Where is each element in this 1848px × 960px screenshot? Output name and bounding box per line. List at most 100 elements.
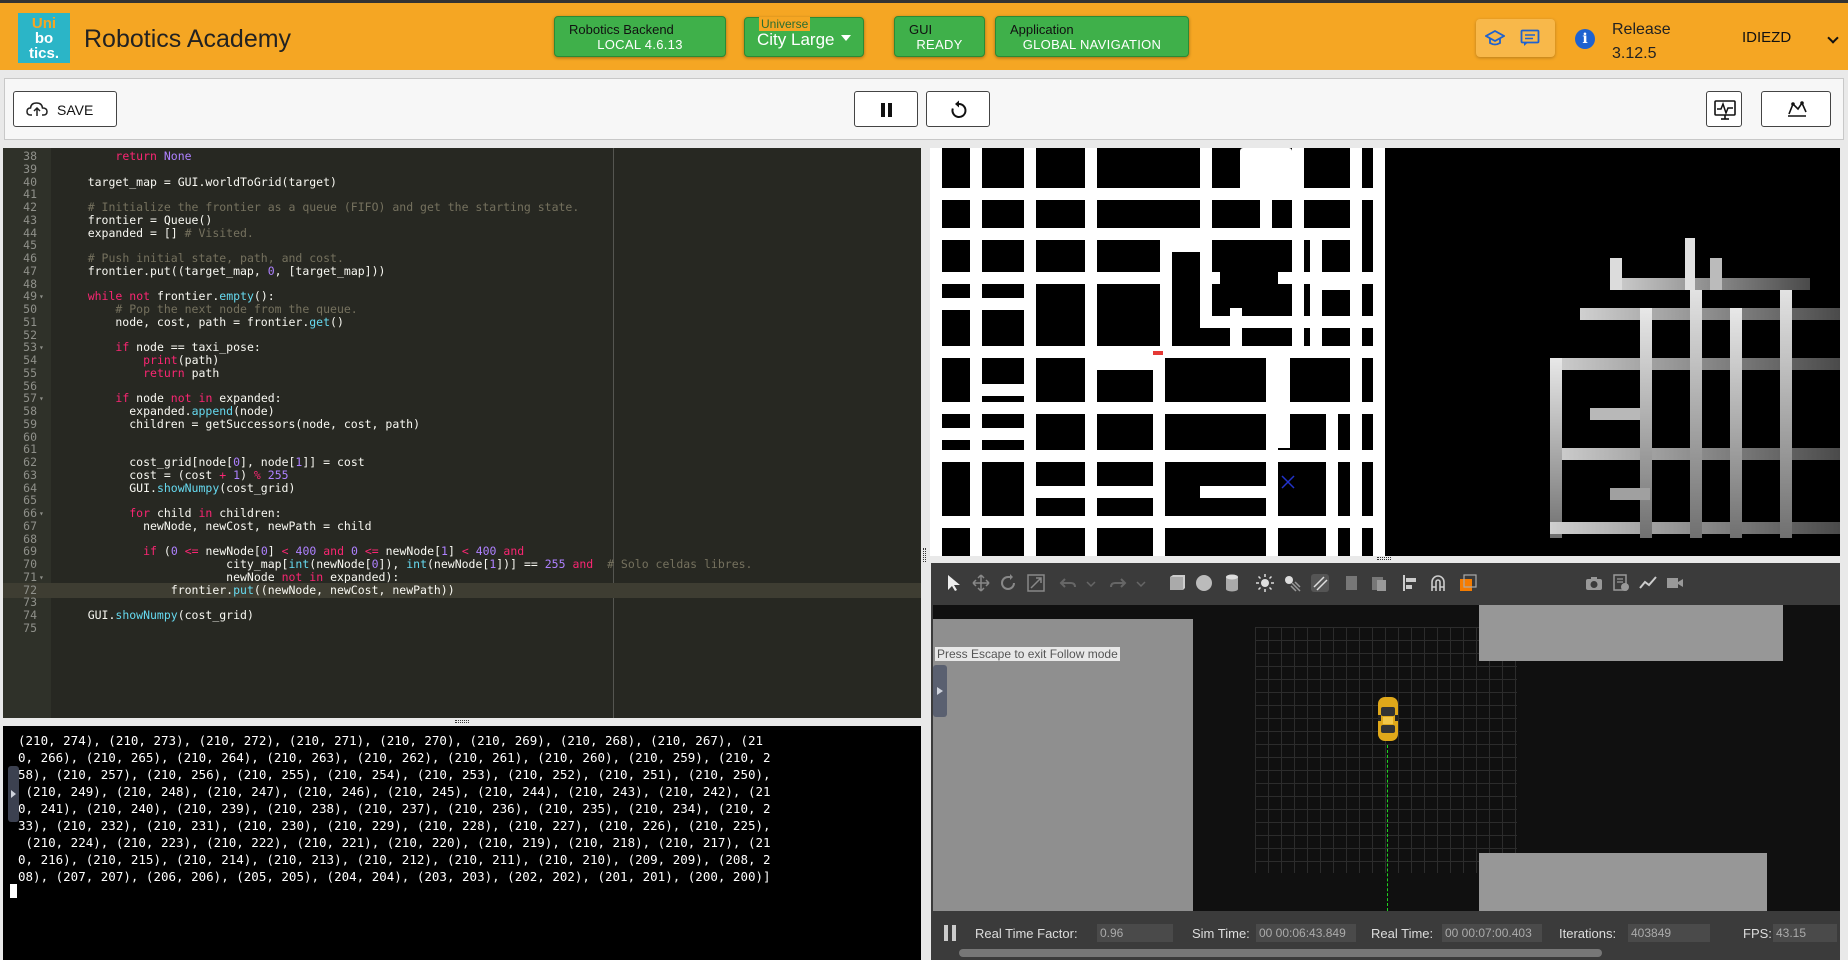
log-icon[interactable] <box>1612 574 1630 592</box>
console-line: (210, 274), (210, 273), (210, 272), (210… <box>18 733 764 748</box>
editor-console-resize-handle[interactable] <box>455 720 469 723</box>
backend-caption: Robotics Backend <box>569 22 674 37</box>
application-value: GLOBAL NAVIGATION <box>1022 37 1162 52</box>
release-version: 3.12.5 <box>1612 45 1657 62</box>
snap-magnet-icon[interactable] <box>1429 574 1447 592</box>
monitor-button[interactable] <box>1706 91 1742 127</box>
application-status[interactable]: Application GLOBAL NAVIGATION <box>995 16 1189 57</box>
user-menu[interactable]: IDIEZD <box>1742 29 1791 46</box>
restart-icon <box>951 100 967 118</box>
point-light-icon[interactable] <box>1256 574 1274 592</box>
rtf-label: Real Time Factor: <box>975 926 1078 941</box>
gui-caption: GUI <box>909 22 933 37</box>
gazebo-toolbar <box>931 566 1840 598</box>
backend-status[interactable]: Robotics Backend LOCAL 4.6.13 <box>554 16 726 57</box>
console-line: 0, 216), (210, 215), (210, 214), (210, 2… <box>18 852 771 867</box>
iterations-label: Iterations: <box>1559 926 1617 941</box>
fps-value: 43.15 <box>1773 924 1837 942</box>
gazebo-statusbar: Real Time Factor: 0.96 Sim Time: 00 00:0… <box>931 915 1840 960</box>
map-gazebo-resize-handle[interactable] <box>1377 557 1391 560</box>
copy-icon[interactable] <box>1344 574 1362 592</box>
console-line: 58), (210, 257), (210, 256), (210, 255),… <box>18 767 771 782</box>
undo-icon[interactable] <box>1059 574 1077 592</box>
screenshot-camera-icon[interactable] <box>1585 574 1603 592</box>
reset-button[interactable] <box>926 91 990 127</box>
building-top-right <box>1479 605 1783 661</box>
graduation-cap-icon[interactable] <box>1485 29 1505 47</box>
exercise-toolbar: SAVE <box>4 78 1844 140</box>
cloud-upload-icon <box>26 102 48 116</box>
logo-line-1: Uni <box>31 15 57 32</box>
chevron-down-icon[interactable] <box>1136 574 1146 592</box>
logo-line-3: tics. <box>28 45 59 62</box>
redo-icon[interactable] <box>1109 574 1127 592</box>
chevron-down-icon[interactable] <box>1086 574 1096 592</box>
city-map-canvas <box>930 148 1840 556</box>
header-icon-group <box>1476 19 1555 57</box>
iterations-value: 403849 <box>1628 924 1710 942</box>
cylinder-shape-icon[interactable] <box>1223 574 1241 592</box>
unibotics-logo[interactable]: Uni bo tics. <box>18 13 70 63</box>
console-line: 0, 241), (210, 240), (210, 239), (210, 2… <box>18 801 771 816</box>
directional-light-icon[interactable] <box>1311 574 1329 592</box>
chevron-down-icon[interactable] <box>1827 32 1839 44</box>
pause-icon <box>881 103 892 117</box>
universe-value: City Large <box>757 30 835 49</box>
app-title: Robotics Academy <box>84 25 292 53</box>
taxi-marker <box>1153 351 1163 355</box>
gazebo-scrollbar[interactable] <box>959 949 1602 957</box>
gazebo-viewer[interactable]: Press Escape to exit Follow mode Real Ti… <box>931 563 1840 960</box>
save-label: SAVE <box>57 102 94 118</box>
console-line: 0, 266), (210, 265), (210, 264), (210, 2… <box>18 750 771 765</box>
ground-grid <box>1255 627 1517 873</box>
sim-time-label: Sim Time: <box>1192 926 1250 941</box>
theory-button[interactable] <box>1761 91 1831 127</box>
plot-icon[interactable] <box>1639 574 1657 592</box>
sphere-shape-icon[interactable] <box>1195 574 1213 592</box>
monitor-icon <box>1714 100 1736 120</box>
forum-icon[interactable] <box>1520 29 1540 47</box>
scale-icon[interactable] <box>1027 574 1045 592</box>
console-side-handle[interactable] <box>8 766 19 822</box>
taxi-car[interactable] <box>1376 695 1400 743</box>
line-number: 75 <box>23 620 37 635</box>
info-icon[interactable]: i <box>1575 29 1595 49</box>
console-line: 33), (210, 232), (210, 231), (210, 230),… <box>18 818 771 833</box>
video-record-icon[interactable] <box>1666 574 1684 592</box>
console-output[interactable]: (210, 274), (210, 273), (210, 272), (210… <box>3 726 921 960</box>
gazebo-side-handle[interactable] <box>933 665 947 717</box>
console-cursor <box>10 884 17 898</box>
top-bar: Uni bo tics. Robotics Academy Robotics B… <box>0 0 1848 70</box>
code-line[interactable]: 75 <box>3 621 921 636</box>
translate-icon[interactable] <box>972 574 990 592</box>
sim-time-value: 00 00:06:43.849 <box>1256 924 1356 942</box>
panel-resize-handle[interactable] <box>923 548 926 562</box>
release-info: Release 3.12.5 <box>1612 18 1671 66</box>
chevron-right-icon <box>11 790 16 798</box>
code-editor[interactable]: 38 return None 39 40 target_map = GUI.worl… <box>3 148 921 718</box>
view-angle-icon[interactable] <box>1459 574 1477 592</box>
rotate-icon[interactable] <box>999 574 1017 592</box>
gui-status[interactable]: GUI READY <box>894 16 985 57</box>
pause-icon[interactable] <box>943 925 957 941</box>
fps-label: FPS: <box>1743 926 1772 941</box>
universe-caption: Universe <box>759 17 811 31</box>
release-label: Release <box>1612 21 1671 38</box>
application-caption: Application <box>1010 22 1074 37</box>
pause-button[interactable] <box>854 91 918 127</box>
building-bottom-right <box>1479 853 1767 911</box>
console-line: 08), (207, 207), (206, 206), (205, 205),… <box>18 869 771 884</box>
save-button[interactable]: SAVE <box>13 91 117 127</box>
robot-icon <box>1788 101 1807 117</box>
building-left <box>933 619 1193 911</box>
paste-icon[interactable] <box>1370 574 1388 592</box>
box-shape-icon[interactable] <box>1168 574 1186 592</box>
planned-path-line <box>1387 745 1388 911</box>
select-arrow-icon[interactable] <box>945 574 963 592</box>
spot-light-icon[interactable] <box>1283 574 1301 592</box>
universe-select[interactable]: Universe City Large <box>744 17 864 57</box>
city-map-view[interactable] <box>930 148 1840 556</box>
logo-line-2: bo <box>34 30 54 47</box>
align-icon[interactable] <box>1402 574 1420 592</box>
gazebo-3d-scene[interactable]: Press Escape to exit Follow mode <box>933 605 1840 911</box>
